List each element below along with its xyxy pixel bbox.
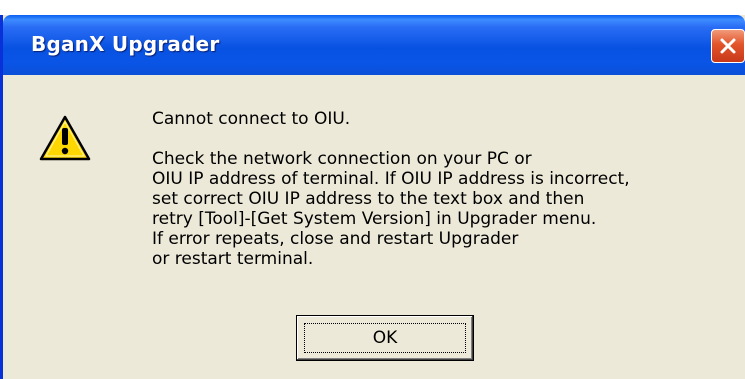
- warning-icon: [39, 114, 91, 166]
- message-line: retry [Tool]-[Get System Version] in Upg…: [152, 209, 597, 229]
- dialog-body: Cannot connect to OIU. Check the network…: [3, 75, 745, 379]
- ok-button[interactable]: OK: [296, 315, 474, 361]
- title-bar[interactable]: BganX Upgrader: [3, 15, 745, 75]
- message-box-window: BganX Upgrader Cannot connect to OIU. Ch…: [0, 15, 745, 379]
- message-line: Check the network connection on your PC …: [152, 149, 532, 169]
- message-text: Cannot connect to OIU. Check the network…: [152, 109, 745, 269]
- message-line: set correct OIU IP address to the text b…: [152, 189, 585, 209]
- close-icon: [718, 36, 738, 56]
- message-line: OIU IP address of terminal. If OIU IP ad…: [152, 169, 630, 189]
- ok-button-label: OK: [372, 328, 398, 348]
- message-line: If error repeats, close and restart Upgr…: [152, 229, 519, 249]
- close-button[interactable]: [711, 29, 745, 63]
- message-line: or restart terminal.: [152, 249, 314, 269]
- window-title: BganX Upgrader: [31, 32, 220, 56]
- message-heading: Cannot connect to OIU.: [152, 109, 351, 129]
